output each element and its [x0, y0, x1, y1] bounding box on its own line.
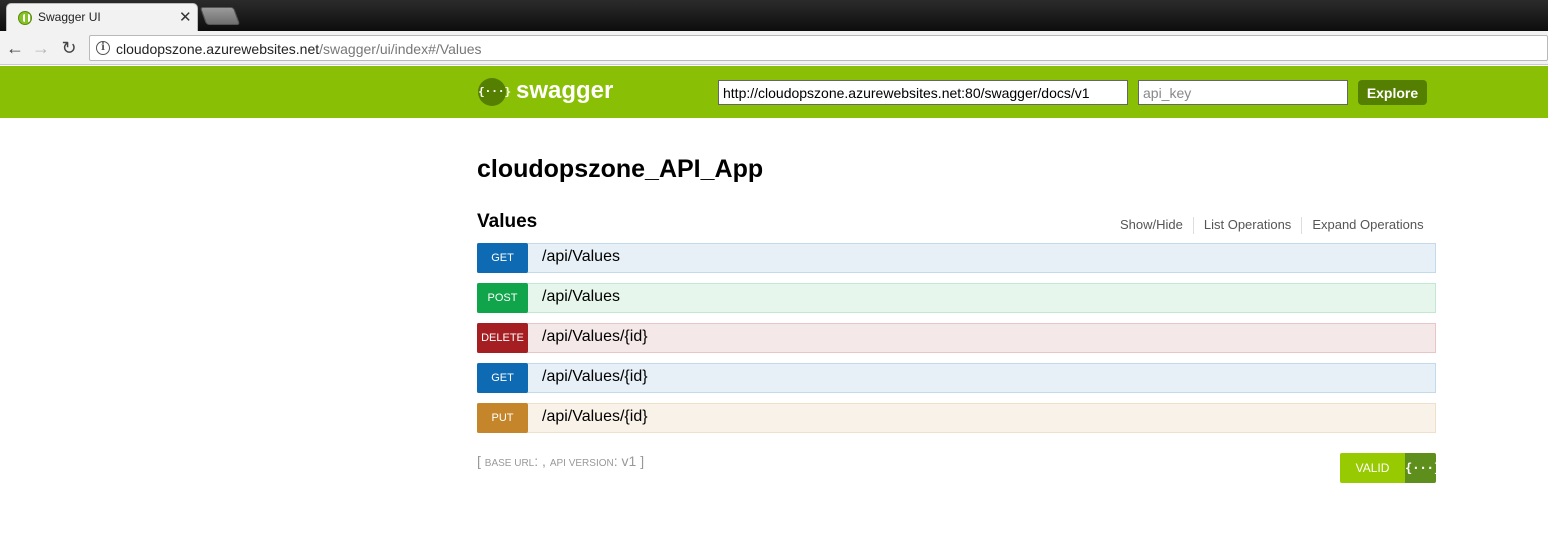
open-bracket: [ — [477, 453, 481, 469]
operation-row[interactable]: DELETE /api/Values/{id} — [477, 323, 1436, 353]
forward-arrow-icon[interactable]: → — [30, 37, 52, 59]
api-footer-info: [ base url: , api version: v1 ] — [477, 453, 644, 469]
validator-badge[interactable]: VALID {···} — [1340, 453, 1436, 483]
new-tab-button[interactable] — [199, 7, 241, 25]
list-operations-link[interactable]: List Operations — [1194, 217, 1303, 234]
resource-title[interactable]: Values — [477, 211, 537, 233]
browser-tab-strip: Swagger UI ✕ — [0, 0, 1548, 31]
validator-label: VALID — [1340, 453, 1405, 483]
operation-path[interactable]: /api/Values/{id} — [542, 408, 648, 426]
show-hide-link[interactable]: Show/Hide — [1110, 217, 1194, 234]
operation-row[interactable]: POST /api/Values — [477, 283, 1436, 313]
url-text: cloudopszone.azurewebsites.net/swagger/u… — [116, 41, 482, 57]
expand-operations-link[interactable]: Expand Operations — [1302, 217, 1433, 234]
api-title: cloudopszone_API_App — [477, 155, 764, 183]
operation-path[interactable]: /api/Values/{id} — [542, 328, 648, 346]
api-version-label: api version — [549, 458, 614, 469]
back-arrow-icon[interactable]: ← — [4, 37, 26, 59]
operations-list: GET /api/Values POST /api/Values DELETE … — [477, 243, 1436, 443]
info-icon[interactable]: i — [96, 41, 110, 55]
http-method-badge[interactable]: DELETE — [477, 323, 528, 353]
resource-links: Show/Hide List Operations Expand Operati… — [1110, 217, 1434, 234]
swagger-braces-icon: {···} — [1405, 453, 1436, 483]
http-method-badge[interactable]: POST — [477, 283, 528, 313]
swagger-logo-icon[interactable]: {···} — [478, 78, 511, 106]
operation-row[interactable]: GET /api/Values — [477, 243, 1436, 273]
operation-path[interactable]: /api/Values/{id} — [542, 368, 648, 386]
operation-path[interactable]: /api/Values — [542, 248, 620, 266]
operation-row[interactable]: GET /api/Values/{id} — [477, 363, 1436, 393]
address-bar[interactable]: i cloudopszone.azurewebsites.net/swagger… — [89, 35, 1548, 61]
operation-row[interactable]: PUT /api/Values/{id} — [477, 403, 1436, 433]
operation-path[interactable]: /api/Values — [542, 288, 620, 306]
explore-button[interactable]: Explore — [1358, 80, 1427, 105]
swagger-header: {···} swagger Explore — [0, 66, 1548, 118]
swagger-favicon-icon — [18, 11, 32, 25]
swagger-logo-text[interactable]: swagger — [516, 77, 613, 105]
browser-tab[interactable]: Swagger UI ✕ — [6, 3, 198, 31]
http-method-badge[interactable]: GET — [477, 363, 528, 393]
reload-icon[interactable]: ↻ — [58, 37, 80, 59]
close-tab-icon[interactable]: ✕ — [179, 8, 192, 26]
close-bracket: ] — [640, 453, 645, 469]
http-method-badge[interactable]: GET — [477, 243, 528, 273]
http-method-badge[interactable]: PUT — [477, 403, 528, 433]
tab-title: Swagger UI — [38, 10, 101, 24]
api-key-input[interactable] — [1138, 80, 1348, 105]
base-url-value: : , — [534, 453, 546, 469]
browser-toolbar: ← → ↻ i cloudopszone.azurewebsites.net/s… — [0, 31, 1548, 65]
spec-url-input[interactable] — [718, 80, 1128, 105]
url-path: /swagger/ui/index#/Values — [319, 41, 482, 57]
base-url-label: base url — [484, 458, 535, 469]
api-version-value: : v1 — [613, 453, 637, 469]
url-host: cloudopszone.azurewebsites.net — [116, 41, 320, 57]
